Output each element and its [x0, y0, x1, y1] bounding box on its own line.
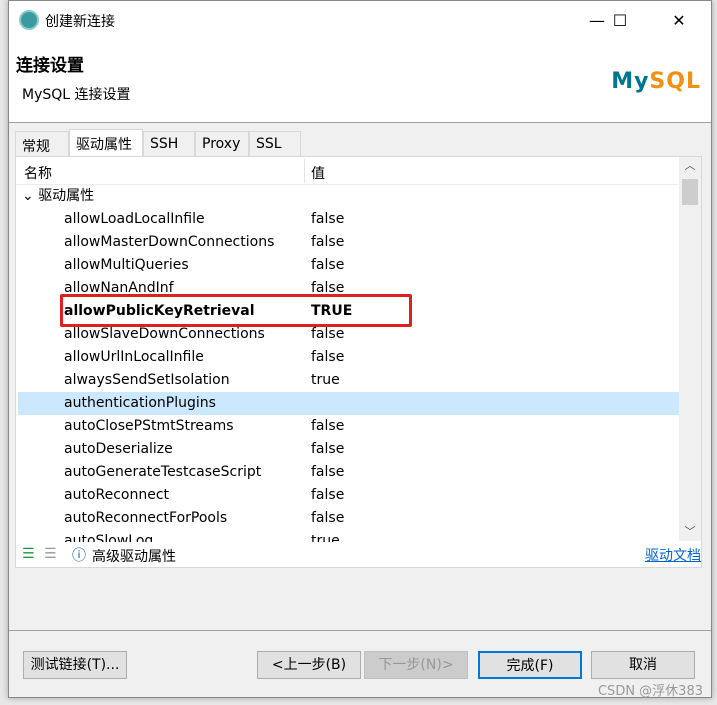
table-row[interactable]: autoSlowLog true	[18, 530, 679, 542]
table-row[interactable]: autoDeserialize false	[18, 438, 679, 461]
property-name: autoSlowLog	[64, 533, 154, 542]
property-name: allowLoadLocalInfile	[64, 211, 205, 227]
tab-ssl[interactable]: SSL	[249, 131, 301, 157]
property-value[interactable]: false	[311, 254, 344, 277]
page-header: 连接设置 MySQL 连接设置 MySQL	[9, 41, 711, 123]
property-value[interactable]: false	[311, 438, 344, 461]
property-value[interactable]: false	[311, 484, 344, 507]
property-value[interactable]: false	[311, 461, 344, 484]
properties-list: ⌄ 驱动属性 allowLoadLocalInfile false allowMas…	[16, 185, 679, 542]
tab-ssh[interactable]: SSH	[143, 131, 195, 157]
driver-docs-link[interactable]: 驱动文档	[645, 545, 701, 565]
table-header: 名称 值	[16, 157, 679, 185]
table-row[interactable]: autoReconnectForPools false	[18, 507, 679, 530]
property-name: allowUrlInLocalInfile	[64, 349, 204, 365]
table-row[interactable]: allowLoadLocalInfile false	[18, 208, 679, 231]
tab-driver-properties[interactable]: 驱动属性	[69, 129, 143, 157]
scroll-down-icon[interactable]: ﹀	[679, 523, 701, 539]
property-name: autoDeserialize	[64, 441, 173, 457]
test-connection-button[interactable]: 测试链接(T)...	[23, 651, 127, 679]
table-row[interactable]: autoReconnect false	[18, 484, 679, 507]
property-name: authenticationPlugins	[64, 395, 216, 411]
panel-footer: ☰ ☰ ⓘ 高级驱动属性	[16, 542, 679, 568]
column-name-header[interactable]: 名称	[24, 163, 52, 183]
info-icon: ⓘ	[72, 548, 86, 564]
title-bar: 创建新连接 — ☐ ✕	[9, 1, 711, 41]
advanced-properties-label: 高级驱动属性	[92, 549, 176, 565]
property-name: autoClosePStmtStreams	[64, 418, 234, 434]
tab-proxy[interactable]: Proxy	[195, 131, 249, 157]
back-button[interactable]: <上一步(B)	[257, 651, 361, 679]
app-icon	[19, 10, 39, 30]
chevron-down-icon[interactable]: ⌄	[22, 188, 34, 204]
table-row[interactable]: alwaysSendSetIsolation true	[18, 369, 679, 392]
properties-panel: 名称 值 ⌄ 驱动属性 allowLoadLocalInfile false all…	[15, 156, 702, 568]
scroll-up-icon[interactable]: ︿	[679, 157, 701, 173]
add-property-icon[interactable]: ☰	[22, 546, 35, 562]
table-row[interactable]: allowUrlInLocalInfile false	[18, 346, 679, 369]
maximize-button[interactable]: ☐	[597, 7, 643, 35]
group-label: 驱动属性	[38, 188, 95, 204]
finish-button[interactable]: 完成(F)	[478, 651, 582, 679]
cancel-button[interactable]: 取消	[591, 651, 695, 679]
watermark: CSDN @浮休383	[597, 684, 703, 699]
page-title: 连接设置	[16, 56, 84, 76]
property-value[interactable]: true	[311, 530, 340, 542]
table-row[interactable]: autoClosePStmtStreams false	[18, 415, 679, 438]
group-driver-properties[interactable]: ⌄ 驱动属性	[22, 185, 94, 208]
property-value[interactable]: false	[311, 415, 344, 438]
property-value[interactable]: false	[311, 507, 344, 530]
scrollbar[interactable]: ︿ ﹀	[679, 157, 701, 541]
close-button[interactable]: ✕	[656, 7, 702, 35]
highlight-box	[60, 294, 412, 327]
property-name: allowMasterDownConnections	[64, 234, 275, 250]
property-value[interactable]: false	[311, 231, 344, 254]
property-name: autoReconnect	[64, 487, 170, 503]
table-row[interactable]: allowMultiQueries false	[18, 254, 679, 277]
property-name: autoReconnectForPools	[64, 510, 228, 526]
property-value[interactable]: false	[311, 346, 344, 369]
property-name: allowMultiQueries	[64, 257, 189, 273]
property-name: autoGenerateTestcaseScript	[64, 464, 262, 480]
tab-general[interactable]: 常规	[15, 131, 69, 157]
table-row[interactable]: autoGenerateTestcaseScript false	[18, 461, 679, 484]
dialog-window: 创建新连接 — ☐ ✕ 连接设置 MySQL 连接设置 MySQL 常规 驱动属…	[8, 0, 712, 698]
page-subtitle: MySQL 连接设置	[22, 87, 131, 103]
window-title: 创建新连接	[45, 14, 115, 30]
remove-property-icon[interactable]: ☰	[44, 546, 57, 562]
footer-divider	[9, 630, 711, 631]
column-value-header[interactable]: 值	[311, 163, 325, 183]
property-name: alwaysSendSetIsolation	[64, 372, 230, 388]
table-row[interactable]: authenticationPlugins	[18, 392, 679, 415]
table-row[interactable]: allowMasterDownConnections false	[18, 231, 679, 254]
mysql-logo: MySQL	[611, 69, 701, 94]
property-value[interactable]: true	[311, 369, 340, 392]
property-value[interactable]: false	[311, 208, 344, 231]
next-button[interactable]: 下一步(N)>	[364, 651, 468, 679]
scroll-thumb[interactable]	[682, 179, 698, 205]
